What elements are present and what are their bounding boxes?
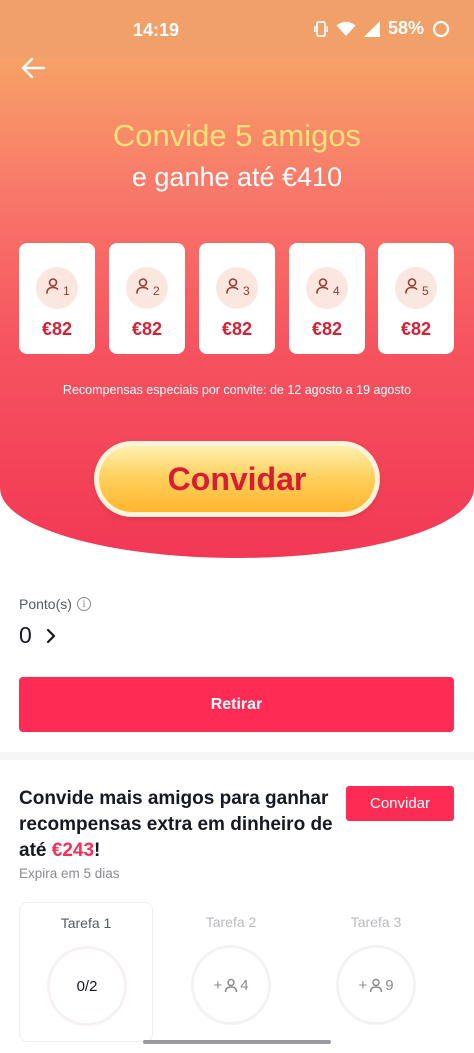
person-icon <box>226 278 239 294</box>
task-value: 0/2 <box>76 977 98 995</box>
slot-number: 1 <box>63 284 70 298</box>
invite-slot-4[interactable]: 4 €82 <box>289 243 365 354</box>
hero-title: Convide 5 amigos <box>112 118 362 153</box>
task-progress-ring: 0/2 <box>47 946 127 1026</box>
vibrate-icon <box>314 20 328 37</box>
task-card-3[interactable]: Tarefa 3 + 9 <box>309 902 443 1042</box>
invite-slot-1[interactable]: 1 €82 <box>19 243 95 354</box>
slot-icon-circle: 3 <box>216 267 258 309</box>
person-icon <box>405 278 418 294</box>
back-button[interactable] <box>18 52 50 84</box>
info-icon[interactable]: i <box>76 597 91 611</box>
person-icon <box>224 978 238 992</box>
slot-amount: €82 <box>400 319 432 339</box>
battery-ring-icon <box>432 20 450 37</box>
chevron-right-icon <box>46 628 55 643</box>
wifi-icon <box>336 21 356 36</box>
task-value: 9 <box>385 976 394 994</box>
extra-rewards-amount: €243 <box>51 840 95 861</box>
extra-rewards-text: Convide mais amigos para ganhar recompen… <box>19 786 339 864</box>
hero-subtitle: e ganhe até €410 <box>131 162 343 192</box>
signal-icon <box>363 20 380 37</box>
battery-percent: 58% <box>387 18 424 38</box>
points-value: 0 <box>19 622 32 648</box>
task-card-1[interactable]: Tarefa 1 0/2 <box>19 902 153 1042</box>
invite-slot-3[interactable]: 3 €82 <box>199 243 275 354</box>
slot-amount: €82 <box>221 319 253 339</box>
slot-icon-circle: 5 <box>395 267 437 309</box>
status-bar: 14:19 58% <box>0 0 474 58</box>
slot-amount: €82 <box>311 319 343 339</box>
points-label: Ponto(s) i <box>19 596 91 612</box>
points-label-text: Ponto(s) <box>19 596 72 612</box>
points-value-link[interactable]: 0 <box>19 622 56 649</box>
withdraw-button[interactable]: Retirar <box>19 677 454 732</box>
task-title: Tarefa 2 <box>205 914 257 930</box>
expires-text: Expira em 5 dias <box>19 866 120 881</box>
section-divider <box>0 752 474 760</box>
task-progress-ring: + 9 <box>336 945 416 1025</box>
task-title: Tarefa 3 <box>350 914 402 930</box>
person-icon <box>316 278 329 294</box>
slot-number: 2 <box>153 284 160 298</box>
slot-icon-circle: 2 <box>126 267 168 309</box>
extra-rewards-text-end: ! <box>94 840 101 861</box>
slot-amount: €82 <box>131 319 163 339</box>
status-time: 14:19 <box>133 20 180 40</box>
slot-icon-circle: 1 <box>36 267 78 309</box>
home-indicator[interactable] <box>143 1040 331 1044</box>
invite-main-label: Convidar <box>99 446 375 512</box>
task-title: Tarefa 1 <box>60 915 112 931</box>
slot-number: 3 <box>243 284 250 298</box>
task-card-2[interactable]: Tarefa 2 + 4 <box>164 902 298 1042</box>
slot-icon-circle: 4 <box>306 267 348 309</box>
task-prefix: + <box>358 976 368 994</box>
person-icon <box>369 978 383 992</box>
task-value: 4 <box>240 976 249 994</box>
status-icons: 58% <box>314 18 450 39</box>
invite-slot-5[interactable]: 5 €82 <box>378 243 454 354</box>
slot-number: 5 <box>422 284 429 298</box>
person-icon <box>136 278 149 294</box>
slot-number: 4 <box>333 284 340 298</box>
extra-invite-button[interactable]: Convidar <box>346 786 454 821</box>
special-rewards-note: Recompensas especiais por convite: de 12… <box>62 383 412 397</box>
task-prefix: + <box>213 976 223 994</box>
person-icon <box>46 278 59 294</box>
arrow-left-icon <box>21 57 46 79</box>
slot-amount: €82 <box>41 319 73 339</box>
invite-main-button[interactable]: Convidar <box>94 441 380 517</box>
invite-slot-2[interactable]: 2 €82 <box>109 243 185 354</box>
task-progress-ring: + 4 <box>191 945 271 1025</box>
